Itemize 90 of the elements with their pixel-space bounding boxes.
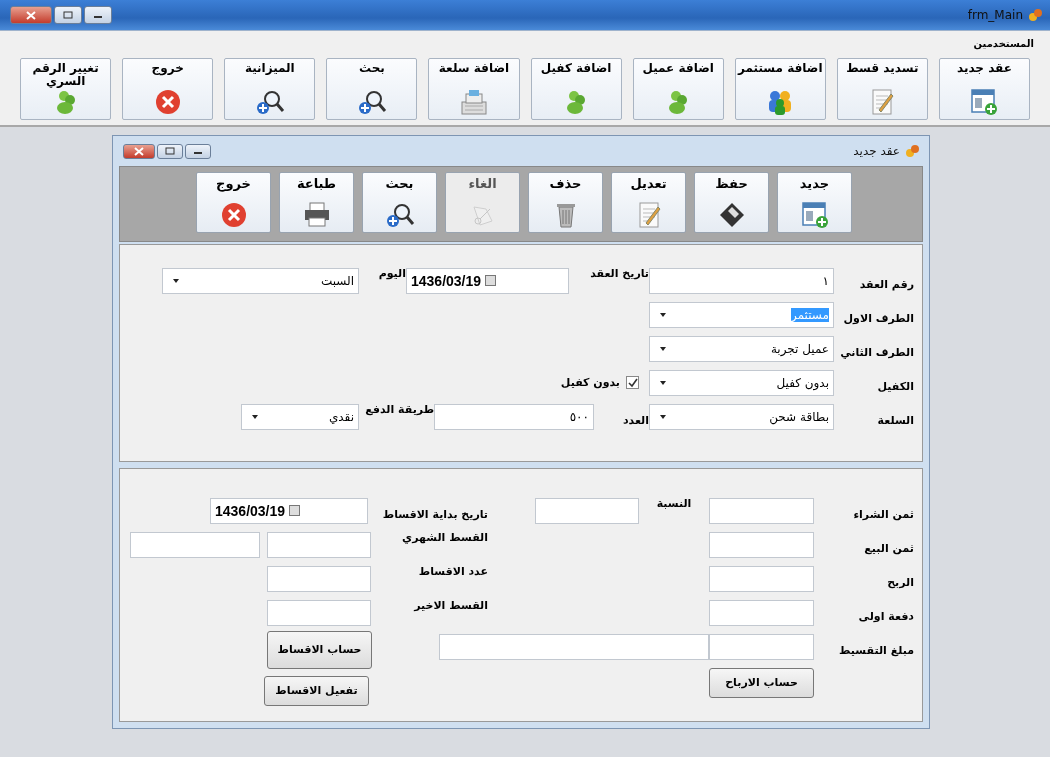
date-picker[interactable]: 1436/03/19 (210, 497, 368, 524)
field-label: العدد (621, 413, 649, 427)
text-field[interactable] (709, 599, 814, 626)
search-icon (356, 88, 387, 116)
toolbar-button[interactable]: عقد جديد (938, 58, 1030, 120)
text-field[interactable] (535, 497, 639, 524)
toolbar-button[interactable]: اضافة عميل (632, 58, 724, 120)
calculate-installments-button[interactable]: حساب الاقساط (267, 630, 372, 669)
text-field[interactable]: ٥٠٠ (434, 403, 594, 430)
search-icon (384, 201, 415, 229)
dropdown[interactable]: عميل تجربة (649, 335, 834, 362)
text-field[interactable] (709, 531, 814, 558)
text-field[interactable] (267, 531, 371, 558)
toolbar-button[interactable]: جديد (777, 172, 852, 233)
calculate-profits-button[interactable]: حساب الارباح (709, 667, 814, 698)
caret-icon (660, 346, 666, 351)
new-document-icon (969, 88, 1000, 116)
app-icon (1028, 8, 1042, 22)
field-label: رقم العقد (858, 277, 914, 291)
caret-icon (173, 278, 179, 283)
app-icon (905, 144, 919, 158)
field-label: عدد الاقساط (417, 565, 489, 578)
text-field[interactable] (709, 633, 814, 660)
checkbox[interactable]: بدون كفيل (560, 376, 639, 389)
field-label: النسبة (655, 497, 693, 510)
field-label: الربح (886, 575, 914, 589)
maximize-icon (63, 11, 73, 19)
toolbar-button[interactable]: اضافة كفيل (530, 58, 622, 120)
search-icon (254, 88, 285, 116)
toolbar-button[interactable]: تسديد قسط (836, 58, 928, 120)
field-label: الطرف الاول (842, 311, 914, 325)
new-document-icon (799, 201, 830, 229)
field-label: تاريخ بداية الاقساط (381, 507, 489, 521)
toolbar-button[interactable]: خروج (122, 58, 214, 120)
toolbar-button[interactable]: حذف (528, 172, 603, 233)
text-field[interactable] (709, 565, 814, 592)
toolbar-button[interactable]: تعديل (611, 172, 686, 233)
window-title: frm_Main (967, 8, 1023, 22)
caret-icon (660, 414, 666, 419)
date-picker[interactable]: 1436/03/19 (406, 267, 569, 294)
minimize-button[interactable] (84, 6, 112, 24)
caret-icon (660, 380, 666, 385)
caret-icon (252, 414, 258, 419)
caret-icon (660, 312, 666, 317)
field-label: الطرف الثاني (839, 345, 914, 359)
activate-installments-button[interactable]: تفعيل الاقساط (264, 675, 369, 706)
menu-item[interactable]: المستخدمين (971, 35, 1036, 51)
field-label: دفعة اولى (857, 609, 914, 623)
toolbar-button[interactable]: بحث (362, 172, 437, 233)
field-label: القسط الشهري (401, 531, 489, 544)
cash-register-icon (459, 88, 489, 116)
field-label: القسط الاخير (412, 599, 489, 612)
field-label: ثمن البيع (863, 541, 914, 555)
toolbar-button[interactable]: تغيير الرقم السري (20, 58, 112, 120)
text-field[interactable]: ١ (649, 267, 834, 294)
maximize-button[interactable] (157, 143, 183, 159)
close-button[interactable] (10, 6, 52, 24)
close-icon (134, 146, 144, 156)
toolbar-button[interactable]: اضافة سلعة (428, 58, 520, 120)
text-field[interactable] (709, 497, 814, 524)
field-label: الكفيل (876, 379, 914, 393)
dropdown[interactable]: بدون كفيل (649, 369, 834, 396)
calendar-icon (485, 275, 497, 286)
dropdown[interactable]: بطاقة شحن (649, 403, 834, 430)
window-title: عقد جديد (853, 144, 900, 158)
field-label: تاريخ العقد (589, 267, 649, 280)
check-icon (627, 377, 638, 388)
field-label: اليوم (377, 267, 406, 280)
toolbar-button[interactable]: بحث (326, 58, 418, 120)
field-label: مبلغ التقسيط (838, 643, 914, 657)
toolbar-button[interactable]: خروج (196, 172, 271, 233)
toolbar-button[interactable]: طباعة (279, 172, 354, 233)
calendar-icon (289, 505, 301, 516)
field-label: ثمن الشراء (852, 507, 914, 521)
minimize-button[interactable] (185, 143, 211, 159)
close-button[interactable] (123, 143, 155, 159)
maximize-icon (165, 147, 175, 155)
close-icon (26, 10, 36, 20)
text-field[interactable] (267, 599, 371, 626)
text-field[interactable] (267, 565, 371, 592)
maximize-button[interactable] (54, 6, 82, 24)
dropdown[interactable]: نقدي (241, 403, 359, 430)
field-label: السلعة (876, 413, 914, 427)
toolbar-button[interactable]: اضافة مستثمر (734, 58, 826, 120)
toolbar-button[interactable]: حفظ (694, 172, 769, 233)
text-field[interactable] (130, 531, 260, 558)
text-field[interactable] (439, 633, 709, 660)
toolbar-button[interactable]: الميزانية (224, 58, 316, 120)
dropdown[interactable]: السبت (162, 267, 359, 294)
field-label: طريقة الدفع (364, 403, 434, 416)
